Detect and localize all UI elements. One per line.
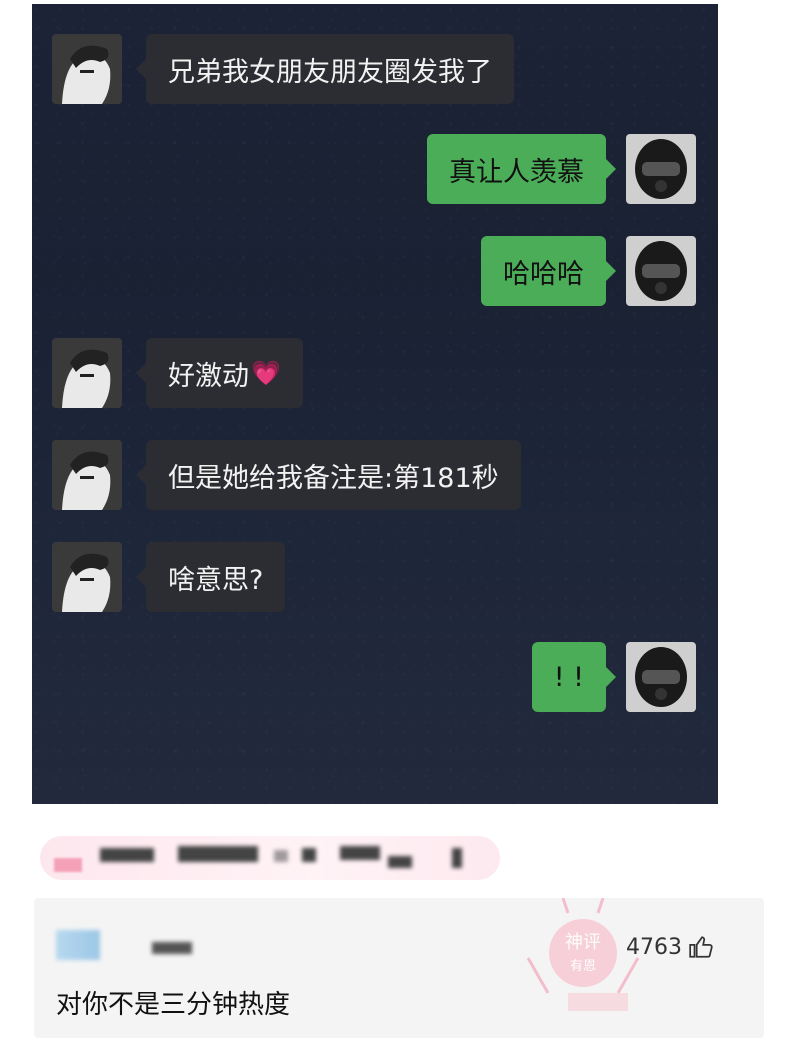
self-avatar[interactable] [626, 642, 696, 712]
message-text: 但是她给我备注是:第181秒 [168, 462, 499, 494]
message-bubble-friend: 啥意思? [135, 542, 286, 612]
pixel-block [452, 848, 462, 868]
pixel-block [302, 848, 316, 862]
like-counter[interactable]: 4763 [626, 934, 714, 960]
pixel-block [178, 846, 258, 862]
stamp-text: 神评 [565, 932, 601, 953]
comment-card: 神评 有恩 4763 对你不是三分钟热度 [34, 898, 764, 1038]
friend-avatar[interactable] [52, 338, 122, 408]
friend-avatar[interactable] [52, 440, 122, 510]
friend-avatar[interactable] [52, 34, 122, 104]
pixel-block [54, 858, 82, 872]
self-avatar[interactable] [626, 236, 696, 306]
message-text: ! ! [553, 661, 584, 693]
pixel-block [388, 856, 412, 868]
stamp-subtext: 有恩 [570, 959, 596, 974]
self-avatar[interactable] [626, 134, 696, 204]
message-bubble-friend: 但是她给我备注是:第181秒 [136, 440, 521, 510]
message-text: 好激动 [168, 360, 249, 392]
thumbs-up-icon[interactable] [688, 934, 714, 960]
commenter-avatar[interactable] [56, 930, 100, 960]
pixel-block [340, 846, 380, 860]
chat-screenshot: 兄弟我女朋友朋友圈发我了 真让人羡慕 哈哈哈 好激动 💗 但是她给我备注是:第1… [32, 4, 718, 804]
heart-emoji-icon: 💗 [251, 359, 281, 387]
like-count: 4763 [626, 934, 682, 960]
commenter-name-pixelated[interactable] [152, 942, 192, 954]
message-text: 啥意思? [168, 564, 264, 596]
message-bubble-self: 真让人羡慕 [427, 134, 616, 204]
message-text: 哈哈哈 [503, 258, 584, 290]
pixel-block [100, 848, 154, 862]
friend-avatar[interactable] [52, 542, 122, 612]
message-bubble-friend: 兄弟我女朋友朋友圈发我了 [136, 34, 514, 104]
message-bubble-self: ! ! [531, 642, 617, 712]
message-text: 真让人羡慕 [449, 156, 584, 188]
pixel-block [274, 850, 288, 862]
message-bubble-self: 哈哈哈 [481, 236, 616, 306]
pixelated-username-row [40, 836, 500, 880]
message-bubble-friend: 好激动 💗 [136, 338, 303, 408]
comment-text: 对你不是三分钟热度 [56, 990, 291, 1020]
message-text: 兄弟我女朋友朋友圈发我了 [168, 56, 492, 88]
